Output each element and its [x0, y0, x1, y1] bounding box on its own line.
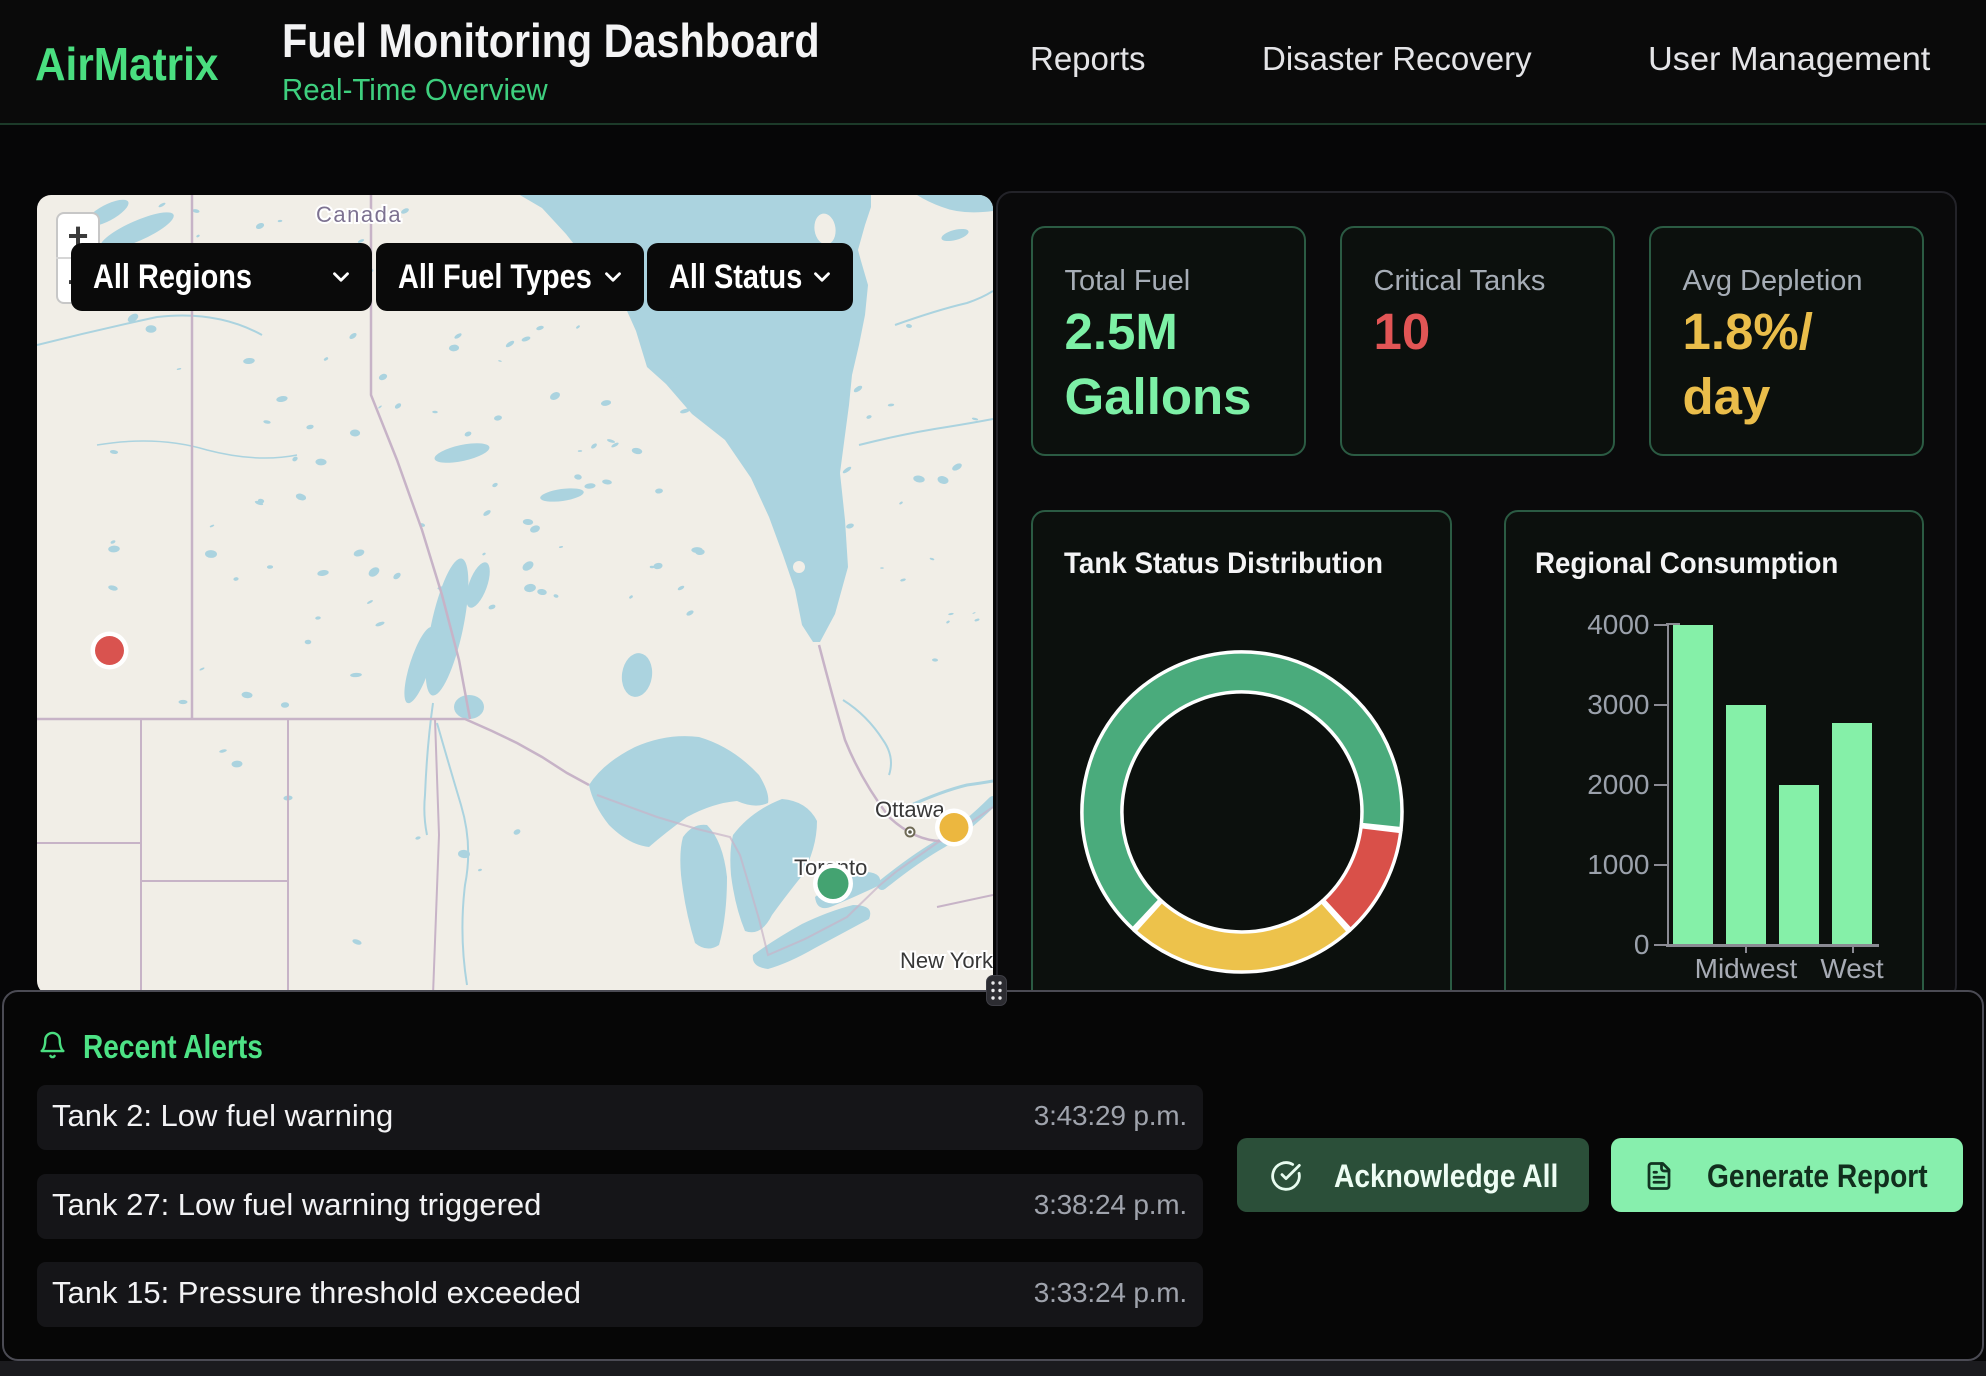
- svg-text:New York: New York: [900, 948, 993, 973]
- svg-text:Canada: Canada: [316, 202, 402, 227]
- svg-text:Ottawa: Ottawa: [875, 797, 945, 822]
